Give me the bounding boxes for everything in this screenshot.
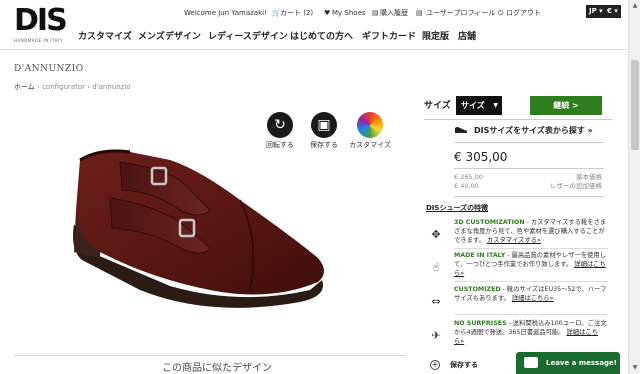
- base-price-row: € 265,00 基本価格: [454, 173, 604, 182]
- feature-text: 3D CUSTOMIZATION - カスタマイズする靴をさまざまな角度から見て…: [454, 218, 608, 246]
- divider: [424, 119, 612, 120]
- feature-text: NO SURPRISES - 送料関税込み100ユーロ、ご注文から4週間で発送。…: [454, 319, 608, 347]
- logo-mark: DIS: [14, 3, 68, 38]
- my-shoes-link[interactable]: My Shoes: [332, 6, 366, 20]
- feature-heading: CUSTOMIZED: [454, 286, 501, 293]
- feature-link[interactable]: カスタマイズする»: [487, 237, 541, 244]
- divider: [454, 196, 604, 197]
- welcome-text: Welcome Jun Yamazaki!: [184, 9, 267, 17]
- scroll-down-icon[interactable]: ▼: [629, 362, 640, 374]
- site-header: DIS HANDMADE IN ITALY Welcome Jun Yamaza…: [0, 0, 628, 50]
- size-select-value: サイズ: [461, 101, 485, 110]
- find-size-link[interactable]: DISサイズをサイズ表から探す »: [474, 125, 593, 136]
- size-label: サイズ: [424, 101, 451, 111]
- dis-logo[interactable]: DIS HANDMADE IN ITALY: [14, 6, 70, 46]
- history-icon[interactable]: ▤: [372, 6, 379, 20]
- shoe-size-icon: [455, 127, 467, 133]
- bookmark-button[interactable]: + 保存する: [430, 360, 478, 370]
- nav-gift-card[interactable]: ギフトカード: [362, 30, 416, 44]
- profile-icon[interactable]: ▤: [416, 6, 423, 20]
- plane-icon: ✈: [431, 329, 441, 342]
- save-icon: ▣: [311, 112, 337, 138]
- history-link[interactable]: 購入履歴: [380, 6, 408, 20]
- plus-icon: +: [430, 360, 440, 370]
- leather-price-row: € 40,00 レザーの追加価格: [454, 182, 604, 191]
- nav-mens[interactable]: メンズデザイン: [138, 30, 201, 44]
- feature-heading: 3D CUSTOMIZATION: [454, 219, 525, 226]
- currency-value: €: [607, 7, 612, 15]
- leather-price-value: € 40,00: [454, 182, 479, 190]
- page-scrollbar[interactable]: ▲ ▼: [628, 0, 640, 374]
- base-price-value: € 265,00: [454, 173, 483, 181]
- breadcrumb: ホーム › configurator › d'annunzio: [14, 82, 131, 92]
- divider: [454, 142, 604, 143]
- 3d-icon: ✥: [431, 228, 441, 241]
- logout-icon[interactable]: ⏻: [498, 6, 504, 20]
- ruler-icon: ⇔: [431, 295, 441, 308]
- size-select[interactable]: サイズ ▼: [456, 96, 502, 115]
- base-price-label: 基本価格: [576, 173, 602, 181]
- leather-price-label: レザーの追加価格: [550, 182, 602, 190]
- similar-designs-heading: この商品に似たデザイン: [162, 363, 272, 374]
- nav-limited[interactable]: 限定版: [422, 30, 449, 44]
- chat-bubble-icon: [524, 357, 538, 368]
- heart-icon[interactable]: ♥: [324, 6, 330, 20]
- nav-stores[interactable]: 店舗: [458, 30, 476, 44]
- nav-ladies[interactable]: レディースデザイン: [208, 30, 288, 44]
- feature-text: MADE IN ITALY - 最高品質の素材やレザーを使用して、一つひとつ手作…: [454, 251, 608, 279]
- caret-down-icon: ▼: [493, 102, 498, 109]
- feature-heading: MADE IN ITALY: [454, 252, 506, 259]
- feature-heading: NO SURPRISES: [454, 320, 507, 327]
- breadcrumb-home[interactable]: ホーム: [14, 83, 35, 91]
- divider: [454, 248, 608, 249]
- scroll-up-icon[interactable]: ▲: [629, 0, 640, 12]
- logout-link[interactable]: ログアウト: [506, 6, 541, 20]
- product-title: D'ANNUNZIO: [14, 64, 84, 74]
- shoe-3d-view[interactable]: [60, 140, 360, 350]
- scroll-thumb[interactable]: [631, 60, 639, 150]
- breadcrumb-current: d'annunzio: [92, 83, 131, 91]
- divider: [454, 168, 604, 169]
- continue-button[interactable]: 継続 >: [530, 96, 602, 115]
- divider: [454, 281, 608, 282]
- breadcrumb-configurator[interactable]: configurator: [42, 83, 85, 91]
- feature-link[interactable]: 詳細はこちら»: [512, 295, 554, 302]
- color-wheel-icon: [357, 112, 383, 138]
- logo-tagline: HANDMADE IN ITALY: [14, 38, 64, 43]
- language-value: JP: [589, 7, 597, 15]
- currency-select[interactable]: € ▾: [604, 5, 621, 18]
- features-heading: DISシューズの特徴: [426, 204, 489, 212]
- section-divider: [14, 355, 406, 356]
- nav-first-time[interactable]: はじめての方へ: [290, 30, 353, 44]
- nav-customize[interactable]: カスタマイズ: [78, 30, 132, 44]
- feature-text: CUSTOMIZED - 靴のサイズはEU35〜52で、ハーフサイズもあります。…: [454, 285, 608, 303]
- total-price: € 305,00: [454, 150, 508, 164]
- profile-link[interactable]: ユーザープロフィール: [426, 6, 495, 20]
- chat-label: Leave a message!: [546, 359, 617, 367]
- hand-icon: ☝: [432, 261, 440, 274]
- rotate-icon: ↻: [267, 112, 293, 138]
- cart-link[interactable]: カート (2): [280, 6, 313, 20]
- chat-widget[interactable]: Leave a message!: [516, 352, 620, 374]
- language-select[interactable]: JP ▾: [586, 5, 606, 18]
- bookmark-label: 保存する: [450, 361, 478, 369]
- divider: [454, 314, 608, 315]
